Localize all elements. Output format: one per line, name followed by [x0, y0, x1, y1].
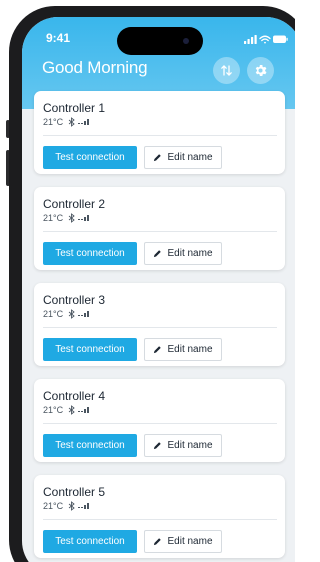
phone-mockup: 9:41 Good Morning Controller 1 21°C Test… — [0, 0, 295, 562]
sort-arrows-icon — [221, 65, 232, 76]
test-connection-button[interactable]: Test connection — [43, 146, 137, 169]
edit-name-label: Edit name — [167, 536, 213, 547]
status-bar: 9:41 — [22, 17, 295, 57]
card-divider — [43, 423, 277, 424]
test-connection-button[interactable]: Test connection — [43, 338, 137, 361]
controller-name: Controller 2 — [43, 197, 106, 211]
battery-icon — [273, 35, 288, 43]
dynamic-island — [117, 27, 203, 55]
edit-name-label: Edit name — [167, 440, 213, 451]
controller-meta: 21°C — [43, 213, 90, 223]
controller-meta: 21°C — [43, 117, 90, 127]
controller-meta: 21°C — [43, 405, 90, 415]
pencil-icon — [154, 442, 162, 450]
controller-temperature: 21°C — [43, 501, 64, 511]
pencil-icon — [154, 250, 162, 258]
controller-temperature: 21°C — [43, 213, 64, 223]
cellular-signal-icon — [244, 35, 257, 44]
controller-card: Controller 4 21°C Test connection Edit n… — [34, 379, 285, 462]
greeting-title: Good Morning — [42, 58, 148, 77]
controller-card: Controller 3 21°C Test connection Edit n… — [34, 283, 285, 366]
controller-name: Controller 1 — [43, 101, 106, 115]
bluetooth-icon — [68, 213, 75, 223]
status-time: 9:41 — [46, 31, 71, 45]
controller-name: Controller 3 — [43, 293, 106, 307]
signal-strength-icon — [78, 215, 90, 221]
controller-meta: 21°C — [43, 501, 90, 511]
signal-strength-icon — [78, 407, 90, 413]
status-icons — [228, 32, 288, 44]
edit-name-button[interactable]: Edit name — [144, 146, 222, 169]
controller-card: Controller 2 21°C Test connection Edit n… — [34, 187, 285, 270]
camera-icon — [183, 38, 189, 44]
card-divider — [43, 519, 277, 520]
edit-name-label: Edit name — [167, 152, 213, 163]
signal-strength-icon — [78, 311, 90, 317]
controller-temperature: 21°C — [43, 405, 64, 415]
pencil-icon — [154, 346, 162, 354]
edit-name-label: Edit name — [167, 248, 213, 259]
card-divider — [43, 231, 277, 232]
edit-name-button[interactable]: Edit name — [144, 242, 222, 265]
controller-name: Controller 5 — [43, 485, 106, 499]
test-connection-button[interactable]: Test connection — [43, 434, 137, 457]
signal-strength-icon — [78, 119, 90, 125]
controller-card: Controller 5 21°C Test connection Edit n… — [34, 475, 285, 558]
pencil-icon — [154, 154, 162, 162]
edit-name-button[interactable]: Edit name — [144, 530, 222, 553]
wifi-icon — [259, 35, 271, 44]
sort-button[interactable] — [213, 57, 240, 84]
edit-name-button[interactable]: Edit name — [144, 338, 222, 361]
app-screen: 9:41 Good Morning Controller 1 21°C Test… — [22, 17, 295, 562]
gear-icon — [255, 65, 267, 76]
bluetooth-icon — [68, 309, 75, 319]
test-connection-button[interactable]: Test connection — [43, 530, 137, 553]
controller-meta: 21°C — [43, 309, 90, 319]
settings-button[interactable] — [247, 57, 274, 84]
test-connection-button[interactable]: Test connection — [43, 242, 137, 265]
card-divider — [43, 135, 277, 136]
edit-name-button[interactable]: Edit name — [144, 434, 222, 457]
bluetooth-icon — [68, 405, 75, 415]
bluetooth-icon — [68, 501, 75, 511]
controller-temperature: 21°C — [43, 309, 64, 319]
edit-name-label: Edit name — [167, 344, 213, 355]
signal-strength-icon — [78, 503, 90, 509]
card-divider — [43, 327, 277, 328]
pencil-icon — [154, 538, 162, 546]
controller-name: Controller 4 — [43, 389, 106, 403]
controller-temperature: 21°C — [43, 117, 64, 127]
controller-card: Controller 1 21°C Test connection Edit n… — [34, 91, 285, 174]
bluetooth-icon — [68, 117, 75, 127]
